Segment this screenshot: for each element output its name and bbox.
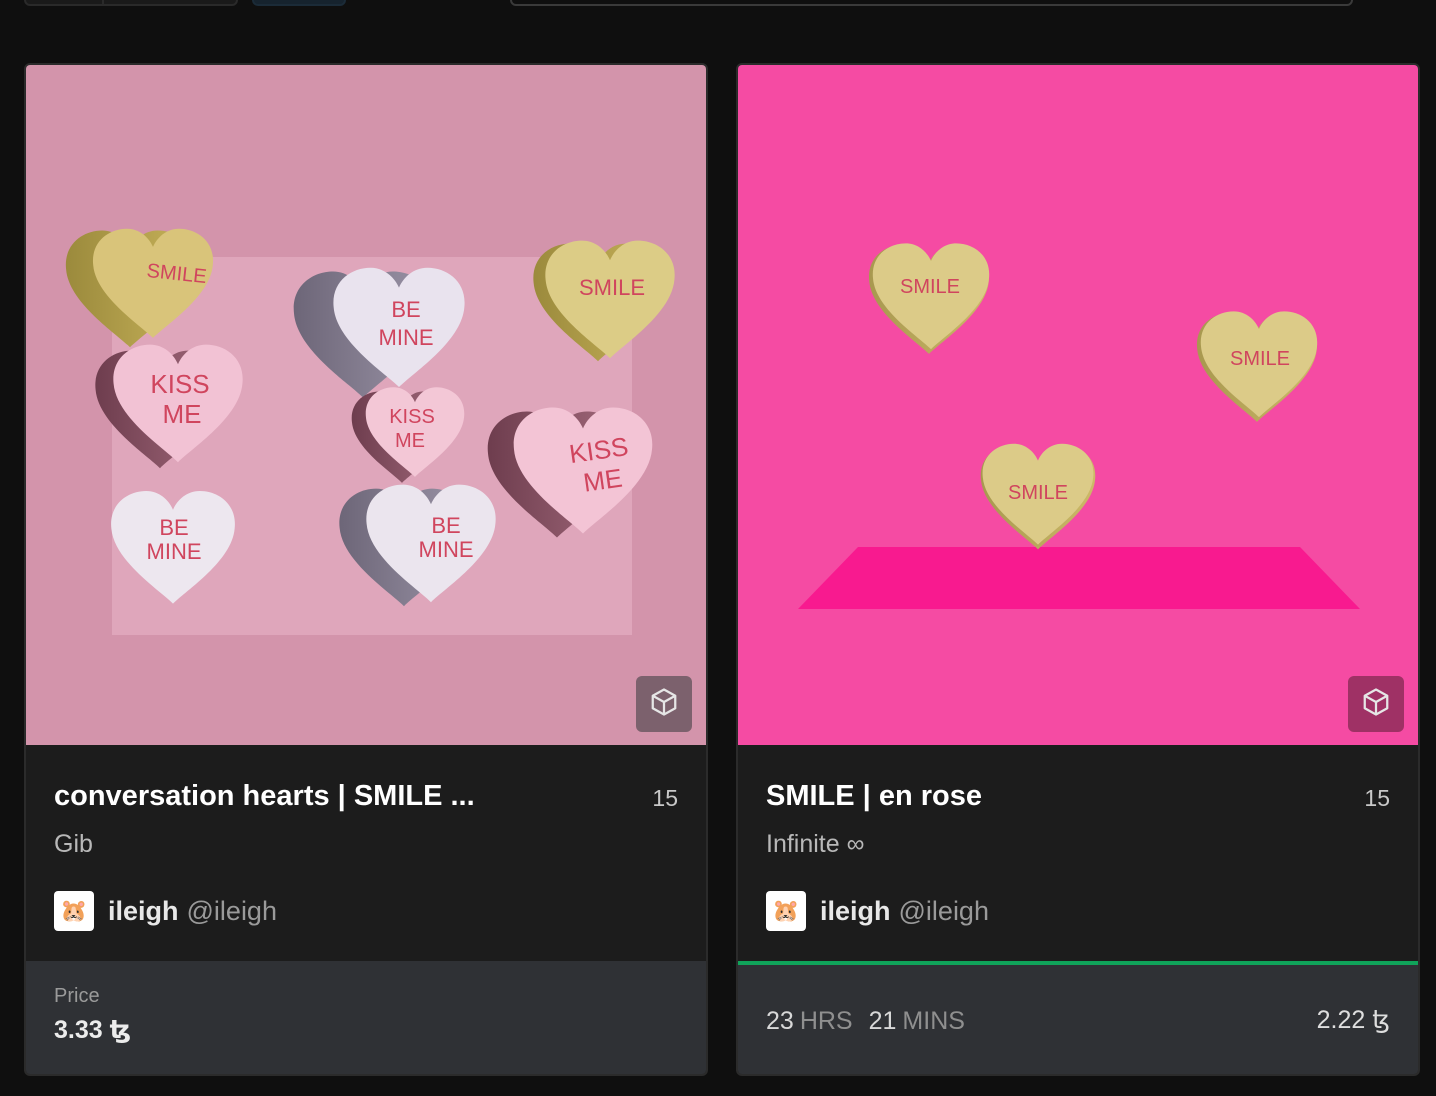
- artwork-preview[interactable]: SMILE SMILE SMILE: [738, 65, 1418, 745]
- artist-handle[interactable]: @ileigh: [899, 896, 989, 927]
- svg-text:SMILE: SMILE: [900, 276, 960, 298]
- auction-footer: 23 HRS 21 MINS 2.22 ꜩ: [738, 961, 1418, 1074]
- edition-count: 15: [1364, 785, 1390, 811]
- price-label: Price: [54, 985, 100, 1007]
- 3d-model-badge[interactable]: [1348, 676, 1404, 732]
- cube-icon: [1361, 687, 1391, 722]
- nft-card[interactable]: SMILE SMILE SMILE SMILE | en rose 15 Inf…: [736, 63, 1420, 1076]
- svg-text:ME: ME: [581, 463, 624, 498]
- avatar: 🐹: [766, 891, 806, 931]
- svg-text:BE: BE: [431, 513, 460, 538]
- svg-text:SMILE: SMILE: [1008, 482, 1068, 504]
- card-footer: Price 3.33 ꜩ: [26, 961, 706, 1074]
- artwork-preview[interactable]: SMILE BE MINE SMILE KISS ME KISS ME KISS…: [26, 65, 706, 745]
- svg-text:BE: BE: [391, 297, 420, 322]
- 3d-model-badge[interactable]: [636, 676, 692, 732]
- svg-text:SMILE: SMILE: [1230, 348, 1290, 370]
- artist-name[interactable]: ileigh: [108, 896, 179, 927]
- svg-text:BE: BE: [159, 515, 188, 540]
- svg-text:MINE: MINE: [379, 325, 434, 350]
- artist-name[interactable]: ileigh: [820, 896, 891, 927]
- artist-link[interactable]: 🐹 ileigh @ileigh: [54, 891, 277, 931]
- cube-icon: [649, 687, 679, 722]
- edition-count: 15: [652, 785, 678, 811]
- timer-minutes-unit: MINS: [902, 1007, 965, 1035]
- collection-name[interactable]: Infinite ∞: [766, 830, 864, 859]
- top-filter-button[interactable]: [252, 0, 346, 6]
- auction-timer: 23 HRS 21 MINS: [766, 1007, 981, 1036]
- artwork-image: SMILE SMILE SMILE: [738, 65, 1418, 745]
- artwork-title[interactable]: SMILE | en rose: [766, 780, 982, 813]
- artist-handle[interactable]: @ileigh: [187, 896, 277, 927]
- card-info: conversation hearts | SMILE ... 15 Gib 🐹…: [26, 745, 706, 961]
- svg-text:KISS: KISS: [150, 369, 209, 399]
- card-info: SMILE | en rose 15 Infinite ∞ 🐹 ileigh @…: [738, 745, 1418, 961]
- svg-text:KISS: KISS: [389, 406, 435, 428]
- svg-text:MINE: MINE: [419, 537, 474, 562]
- current-bid: 2.22 ꜩ: [1316, 1006, 1390, 1034]
- avatar: 🐹: [54, 891, 94, 931]
- top-segment-right[interactable]: [102, 0, 238, 6]
- search-input[interactable]: [510, 0, 1353, 6]
- price-value: 3.33 ꜩ: [54, 1016, 132, 1044]
- svg-text:ME: ME: [395, 430, 425, 452]
- svg-text:MINE: MINE: [147, 539, 202, 564]
- artwork-title[interactable]: conversation hearts | SMILE ...: [54, 780, 475, 813]
- svg-text:ME: ME: [163, 399, 202, 429]
- artwork-image: SMILE BEMINE SMILE KISSME KISSME KISS ME…: [26, 65, 706, 745]
- top-segment-left[interactable]: [24, 0, 104, 6]
- artist-link[interactable]: 🐹 ileigh @ileigh: [766, 891, 989, 931]
- timer-hours-unit: HRS: [799, 1007, 853, 1035]
- collection-name[interactable]: Gib: [54, 830, 93, 859]
- svg-text:SMILE: SMILE: [579, 275, 645, 300]
- timer-hours: 23: [766, 1007, 794, 1035]
- timer-minutes: 21: [868, 1007, 897, 1035]
- nft-card[interactable]: SMILE BE MINE SMILE KISS ME KISS ME KISS…: [24, 63, 708, 1076]
